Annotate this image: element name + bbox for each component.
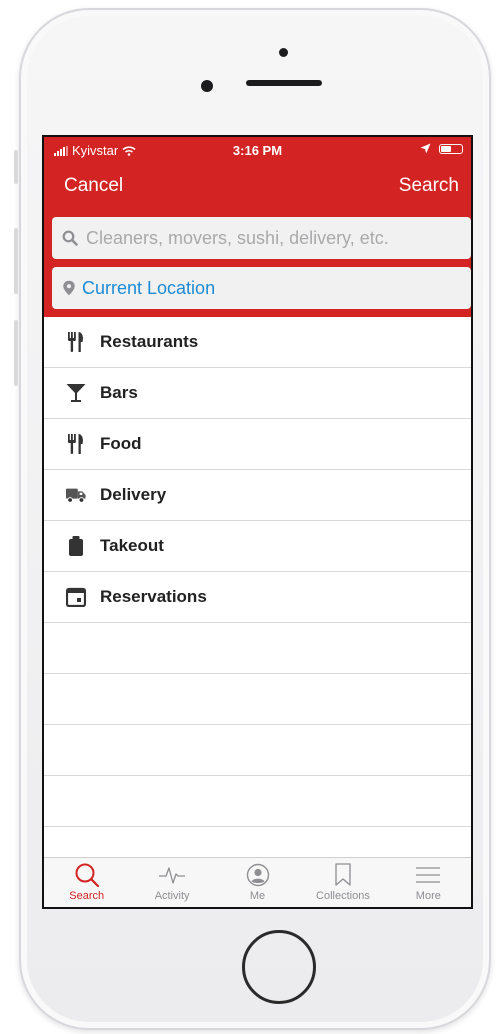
app-screen: Kyivstar 3:16 PM Cancel Search Cleaners,… [42, 135, 473, 909]
truck-icon [66, 485, 86, 505]
search-input[interactable] [84, 226, 448, 250]
fork-knife-icon [66, 434, 86, 454]
category-label: Reservations [100, 587, 207, 606]
category-reservations[interactable]: Reservations [44, 572, 471, 623]
proximity-sensor [279, 48, 288, 57]
category-list: Restaurants Bars Food Delivery Takeout R… [44, 317, 471, 827]
bookmark-icon [329, 862, 357, 888]
search-icon [62, 230, 78, 246]
takeout-bag-icon [66, 536, 86, 556]
home-button[interactable] [242, 930, 316, 1004]
front-camera [201, 80, 213, 92]
tab-label: Me [249, 890, 266, 902]
search-icon [73, 862, 101, 888]
category-label: Takeout [100, 536, 164, 555]
tab-label: Search [69, 890, 105, 902]
category-bars[interactable]: Bars [44, 368, 471, 419]
tab-collections[interactable]: Collections [300, 858, 385, 907]
list-item-empty [44, 623, 471, 674]
tab-label: Collections [316, 890, 370, 902]
tab-label: More [415, 890, 441, 902]
battery-icon [439, 143, 463, 154]
volume-down-button [14, 320, 18, 386]
category-takeout[interactable]: Takeout [44, 521, 471, 572]
mute-switch [14, 150, 18, 184]
status-bar: Kyivstar 3:16 PM [44, 137, 471, 165]
nav-bar: Cancel Search [44, 171, 471, 201]
status-time: 3:16 PM [232, 143, 283, 158]
tab-me[interactable]: Me [215, 858, 300, 907]
search-header: Kyivstar 3:16 PM Cancel Search Cleaners,… [44, 137, 471, 317]
calendar-icon [66, 587, 86, 607]
location-field[interactable]: Current Location [52, 267, 471, 309]
map-pin-icon [63, 280, 75, 296]
cancel-button[interactable]: Cancel [64, 175, 123, 197]
list-item-empty [44, 776, 471, 827]
fork-knife-icon [66, 332, 86, 352]
menu-icon [414, 862, 442, 888]
search-field[interactable] [52, 217, 471, 259]
status-right [420, 143, 463, 154]
tab-more[interactable]: More [386, 858, 471, 907]
category-label: Food [100, 434, 142, 453]
cocktail-icon [66, 383, 86, 403]
category-label: Delivery [100, 485, 167, 504]
category-label: Bars [100, 383, 138, 402]
volume-up-button [14, 228, 18, 294]
category-food[interactable]: Food [44, 419, 471, 470]
category-restaurants[interactable]: Restaurants [44, 317, 471, 368]
activity-icon [158, 862, 186, 888]
category-label: Restaurants [100, 332, 199, 351]
earpiece-speaker [246, 80, 322, 86]
list-item-empty [44, 725, 471, 776]
tab-search[interactable]: Search [44, 858, 129, 907]
category-delivery[interactable]: Delivery [44, 470, 471, 521]
tab-activity[interactable]: Activity [129, 858, 214, 907]
tab-label: Activity [154, 890, 190, 902]
profile-icon [244, 862, 272, 888]
list-item-empty [44, 674, 471, 725]
tab-bar: Search Activity Me Collections More [44, 857, 471, 907]
location-arrow-icon [420, 143, 431, 154]
current-location-label: Current Location [82, 277, 216, 298]
search-button[interactable]: Search [399, 175, 459, 197]
